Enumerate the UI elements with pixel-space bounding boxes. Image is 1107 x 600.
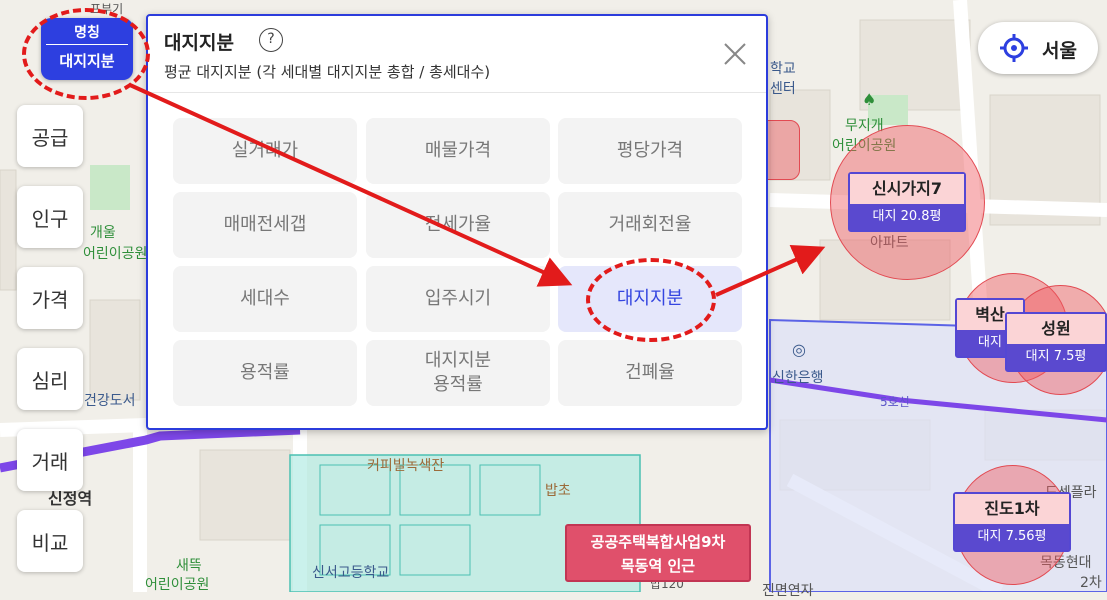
- side-menu-supply[interactable]: 공급: [17, 105, 83, 167]
- map-label-cafe: 커피빌녹색잔: [367, 458, 445, 474]
- marker-sinsigaji7[interactable]: 신시가지7 대지 20.8평: [848, 172, 966, 232]
- option-building-coverage[interactable]: 건폐율: [558, 340, 742, 406]
- map-label-edu: 학교: [770, 61, 796, 77]
- map-label-bank: 신한은행: [772, 370, 824, 386]
- location-label: 서울: [1042, 40, 1077, 62]
- option-real-price[interactable]: 실거래가: [173, 118, 357, 184]
- marker-name: 성원: [1007, 314, 1105, 344]
- option-households[interactable]: 세대수: [173, 266, 357, 332]
- metric-popup: 대지지분 ? 평균 대지지분 (각 세대별 대지지분 총합 / 총세대수) 실거…: [146, 14, 768, 430]
- close-icon[interactable]: [721, 40, 749, 68]
- map-label-line5: 5호선: [880, 395, 910, 409]
- side-menu-population[interactable]: 인구: [17, 186, 83, 248]
- option-sale-jeonse-gap[interactable]: 매매전세갭: [173, 192, 357, 258]
- side-menu-sentiment[interactable]: 심리: [17, 348, 83, 410]
- map-label-misc: 진면연자: [762, 583, 814, 599]
- option-jeonse-ratio[interactable]: 전세가율: [366, 192, 550, 258]
- bank-icon: ◎: [792, 340, 806, 359]
- map-label-mokdong2: 2차: [1080, 575, 1102, 591]
- map-label-restaurant: 밥초: [545, 483, 571, 499]
- popup-divider: [148, 92, 766, 93]
- help-icon[interactable]: ?: [259, 28, 283, 52]
- map-label-park3b: 어린이공원: [145, 577, 210, 593]
- option-price-per-pyeong[interactable]: 평당가격: [558, 118, 742, 184]
- highlight-oval-option: [586, 258, 716, 342]
- option-turnover-rate[interactable]: 거래회전율: [558, 192, 742, 258]
- option-floor-area-ratio[interactable]: 용적률: [173, 340, 357, 406]
- marker-seongwon[interactable]: 성원 대지 7.5평: [1005, 312, 1107, 372]
- map-label-park2b: 어린이공원: [83, 246, 148, 262]
- map-label-health: 건강도서: [84, 393, 136, 409]
- side-menu-trade[interactable]: 거래: [17, 429, 83, 491]
- map-label-park2: 개울: [90, 225, 116, 241]
- option-move-in-date[interactable]: 입주시기: [366, 266, 550, 332]
- popup-title: 대지지분: [164, 32, 234, 54]
- map-label-school: 신서고등학교: [312, 565, 390, 581]
- public-housing-line1: 공공주택복합사업9차: [590, 533, 726, 551]
- marker-name: 진도1차: [955, 494, 1069, 524]
- map-label-park3: 새뜩: [176, 558, 202, 574]
- marker-value: 대지 7.56평: [955, 524, 1069, 550]
- side-menu-price[interactable]: 가격: [17, 267, 83, 329]
- marker-jindo1[interactable]: 진도1차 대지 7.56평: [953, 492, 1071, 552]
- park-icon: ♠: [862, 90, 877, 109]
- side-menu-compare[interactable]: 비교: [17, 510, 83, 572]
- map-label-edu2: 센터: [770, 81, 796, 97]
- marker-value: 대지 7.5평: [1007, 344, 1105, 370]
- marker-name: 신시가지7: [850, 174, 964, 204]
- location-button[interactable]: 서울: [978, 22, 1098, 74]
- option-listing-price[interactable]: 매물가격: [366, 118, 550, 184]
- public-housing-line2: 목동역 인근: [620, 557, 696, 575]
- popup-subtitle: 평균 대지지분 (각 세대별 대지지분 총합 / 총세대수): [164, 63, 491, 81]
- highlight-oval-layer: [22, 8, 150, 100]
- option-land-share-far[interactable]: 대지지분 용적률: [366, 340, 550, 406]
- marker-value: 대지 20.8평: [850, 204, 964, 230]
- public-housing-label[interactable]: 공공주택복합사업9차 목동역 인근: [565, 524, 751, 582]
- target-icon: [1000, 34, 1028, 62]
